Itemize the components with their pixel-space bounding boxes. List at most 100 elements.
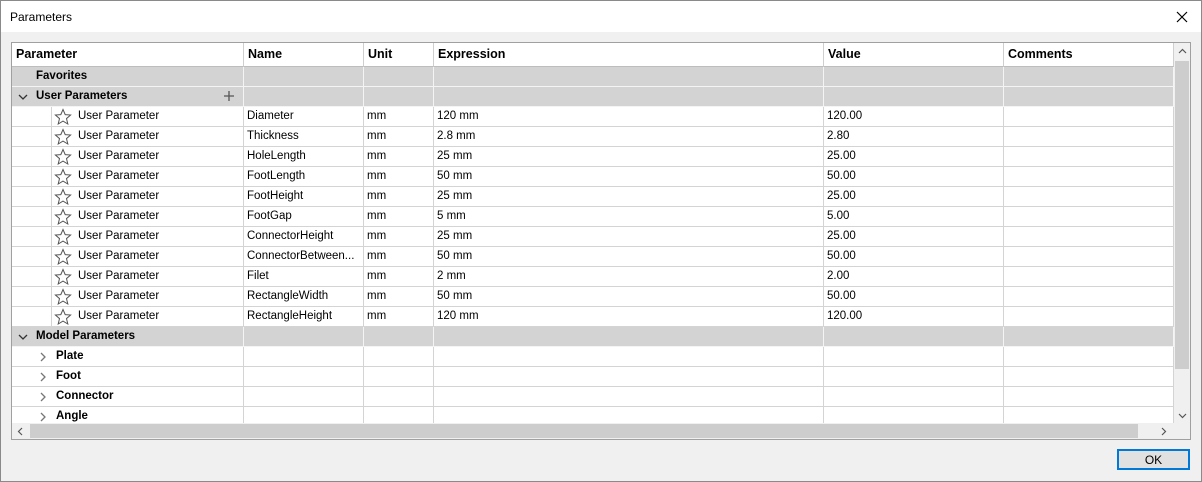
star-outline-icon[interactable] bbox=[54, 248, 72, 266]
param-expression[interactable]: 50 mm bbox=[434, 287, 824, 307]
close-button[interactable] bbox=[1163, 1, 1201, 32]
param-name[interactable]: RectangleWidth bbox=[244, 287, 364, 307]
param-unit[interactable]: mm bbox=[364, 187, 434, 207]
param-comment[interactable] bbox=[1004, 247, 1174, 267]
param-name[interactable]: Filet bbox=[244, 267, 364, 287]
group-user-parameters[interactable]: User Parameters bbox=[12, 87, 1174, 107]
star-outline-icon[interactable] bbox=[54, 148, 72, 166]
param-name[interactable]: FootGap bbox=[244, 207, 364, 227]
star-outline-icon[interactable] bbox=[54, 228, 72, 246]
param-unit[interactable]: mm bbox=[364, 167, 434, 187]
param-comment[interactable] bbox=[1004, 267, 1174, 287]
param-name[interactable]: ConnectorBetween... bbox=[244, 247, 364, 267]
table-row[interactable]: User Parameter RectangleWidth mm 50 mm 50.00 bbox=[12, 287, 1174, 307]
param-name[interactable]: Thickness bbox=[244, 127, 364, 147]
param-unit[interactable]: mm bbox=[364, 147, 434, 167]
param-name[interactable]: HoleLength bbox=[244, 147, 364, 167]
star-outline-icon[interactable] bbox=[54, 188, 72, 206]
param-comment[interactable] bbox=[1004, 307, 1174, 327]
param-name[interactable]: FootLength bbox=[244, 167, 364, 187]
param-expression[interactable]: 120 mm bbox=[434, 107, 824, 127]
col-header-expression[interactable]: Expression bbox=[434, 43, 824, 67]
param-comment[interactable] bbox=[1004, 167, 1174, 187]
list-item[interactable]: Connector bbox=[12, 387, 1174, 407]
col-header-value[interactable]: Value bbox=[824, 43, 1004, 67]
param-value: 50.00 bbox=[824, 167, 1004, 187]
scroll-left-button[interactable] bbox=[12, 423, 28, 439]
param-name[interactable]: ConnectorHeight bbox=[244, 227, 364, 247]
star-outline-icon[interactable] bbox=[54, 308, 72, 326]
param-expression[interactable]: 2.8 mm bbox=[434, 127, 824, 147]
param-name[interactable]: FootHeight bbox=[244, 187, 364, 207]
group-favorites[interactable]: Favorites bbox=[12, 67, 1174, 87]
plus-icon[interactable] bbox=[222, 89, 236, 103]
param-unit[interactable]: mm bbox=[364, 207, 434, 227]
param-unit[interactable]: mm bbox=[364, 287, 434, 307]
param-expression[interactable]: 50 mm bbox=[434, 167, 824, 187]
list-item[interactable]: Plate bbox=[12, 347, 1174, 367]
param-expression[interactable]: 25 mm bbox=[434, 227, 824, 247]
param-comment[interactable] bbox=[1004, 207, 1174, 227]
col-header-parameter[interactable]: Parameter bbox=[12, 43, 244, 67]
scroll-down-button[interactable] bbox=[1174, 408, 1190, 424]
param-unit[interactable]: mm bbox=[364, 307, 434, 327]
table-row[interactable]: User Parameter FootGap mm 5 mm 5.00 bbox=[12, 207, 1174, 227]
table-row[interactable]: User Parameter ConnectorBetween... mm 50 mm… bbox=[12, 247, 1174, 267]
chevron-right-icon[interactable] bbox=[38, 352, 48, 362]
table-row[interactable]: User Parameter RectangleHeight mm 120 mm 120… bbox=[12, 307, 1174, 327]
parameters-dialog: Parameters Parameter Name Unit Expressio… bbox=[0, 0, 1202, 482]
star-outline-icon[interactable] bbox=[54, 168, 72, 186]
param-comment[interactable] bbox=[1004, 147, 1174, 167]
table-row[interactable]: User Parameter Diameter mm 120 mm 120.00 bbox=[12, 107, 1174, 127]
col-header-name[interactable]: Name bbox=[244, 43, 364, 67]
chevron-down-icon[interactable] bbox=[18, 332, 28, 342]
chevron-right-icon[interactable] bbox=[38, 392, 48, 402]
col-header-comments[interactable]: Comments bbox=[1004, 43, 1174, 67]
param-expression[interactable]: 120 mm bbox=[434, 307, 824, 327]
param-expression[interactable]: 25 mm bbox=[434, 187, 824, 207]
horizontal-scrollbar[interactable] bbox=[12, 423, 1190, 439]
param-expression[interactable]: 2 mm bbox=[434, 267, 824, 287]
param-unit[interactable]: mm bbox=[364, 127, 434, 147]
table-row[interactable]: User Parameter Thickness mm 2.8 mm 2.80 bbox=[12, 127, 1174, 147]
ok-button[interactable]: OK bbox=[1117, 449, 1190, 470]
group-model-parameters[interactable]: Model Parameters bbox=[12, 327, 1174, 347]
param-comment[interactable] bbox=[1004, 127, 1174, 147]
chevron-up-icon bbox=[1178, 48, 1186, 54]
param-comment[interactable] bbox=[1004, 227, 1174, 247]
chevron-down-icon bbox=[1178, 413, 1186, 419]
table-row[interactable]: User Parameter FootHeight mm 25 mm 25.00 bbox=[12, 187, 1174, 207]
vertical-scroll-thumb[interactable] bbox=[1175, 61, 1189, 369]
scroll-up-button[interactable] bbox=[1174, 43, 1190, 59]
star-outline-icon[interactable] bbox=[54, 288, 72, 306]
param-unit[interactable]: mm bbox=[364, 247, 434, 267]
param-expression[interactable]: 50 mm bbox=[434, 247, 824, 267]
param-name[interactable]: Diameter bbox=[244, 107, 364, 127]
chevron-right-icon[interactable] bbox=[38, 372, 48, 382]
param-expression[interactable]: 25 mm bbox=[434, 147, 824, 167]
table-row[interactable]: User Parameter ConnectorHeight mm 25 mm 25.0… bbox=[12, 227, 1174, 247]
param-comment[interactable] bbox=[1004, 287, 1174, 307]
param-expression[interactable]: 5 mm bbox=[434, 207, 824, 227]
star-outline-icon[interactable] bbox=[54, 208, 72, 226]
param-unit[interactable]: mm bbox=[364, 227, 434, 247]
param-unit[interactable]: mm bbox=[364, 107, 434, 127]
chevron-right-icon[interactable] bbox=[38, 412, 48, 422]
dialog-title: Parameters bbox=[10, 10, 73, 24]
star-outline-icon[interactable] bbox=[54, 128, 72, 146]
horizontal-scroll-thumb[interactable] bbox=[30, 424, 1138, 438]
list-item[interactable]: Foot bbox=[12, 367, 1174, 387]
star-outline-icon[interactable] bbox=[54, 268, 72, 286]
col-header-unit[interactable]: Unit bbox=[364, 43, 434, 67]
scroll-right-button[interactable] bbox=[1156, 423, 1172, 439]
table-row[interactable]: User Parameter Filet mm 2 mm 2.00 bbox=[12, 267, 1174, 287]
vertical-scrollbar[interactable] bbox=[1174, 43, 1190, 424]
table-row[interactable]: User Parameter FootLength mm 50 mm 50.00 bbox=[12, 167, 1174, 187]
param-comment[interactable] bbox=[1004, 187, 1174, 207]
param-comment[interactable] bbox=[1004, 107, 1174, 127]
param-name[interactable]: RectangleHeight bbox=[244, 307, 364, 327]
table-row[interactable]: User Parameter HoleLength mm 25 mm 25.00 bbox=[12, 147, 1174, 167]
param-unit[interactable]: mm bbox=[364, 267, 434, 287]
chevron-down-icon[interactable] bbox=[18, 92, 28, 102]
star-outline-icon[interactable] bbox=[54, 108, 72, 126]
